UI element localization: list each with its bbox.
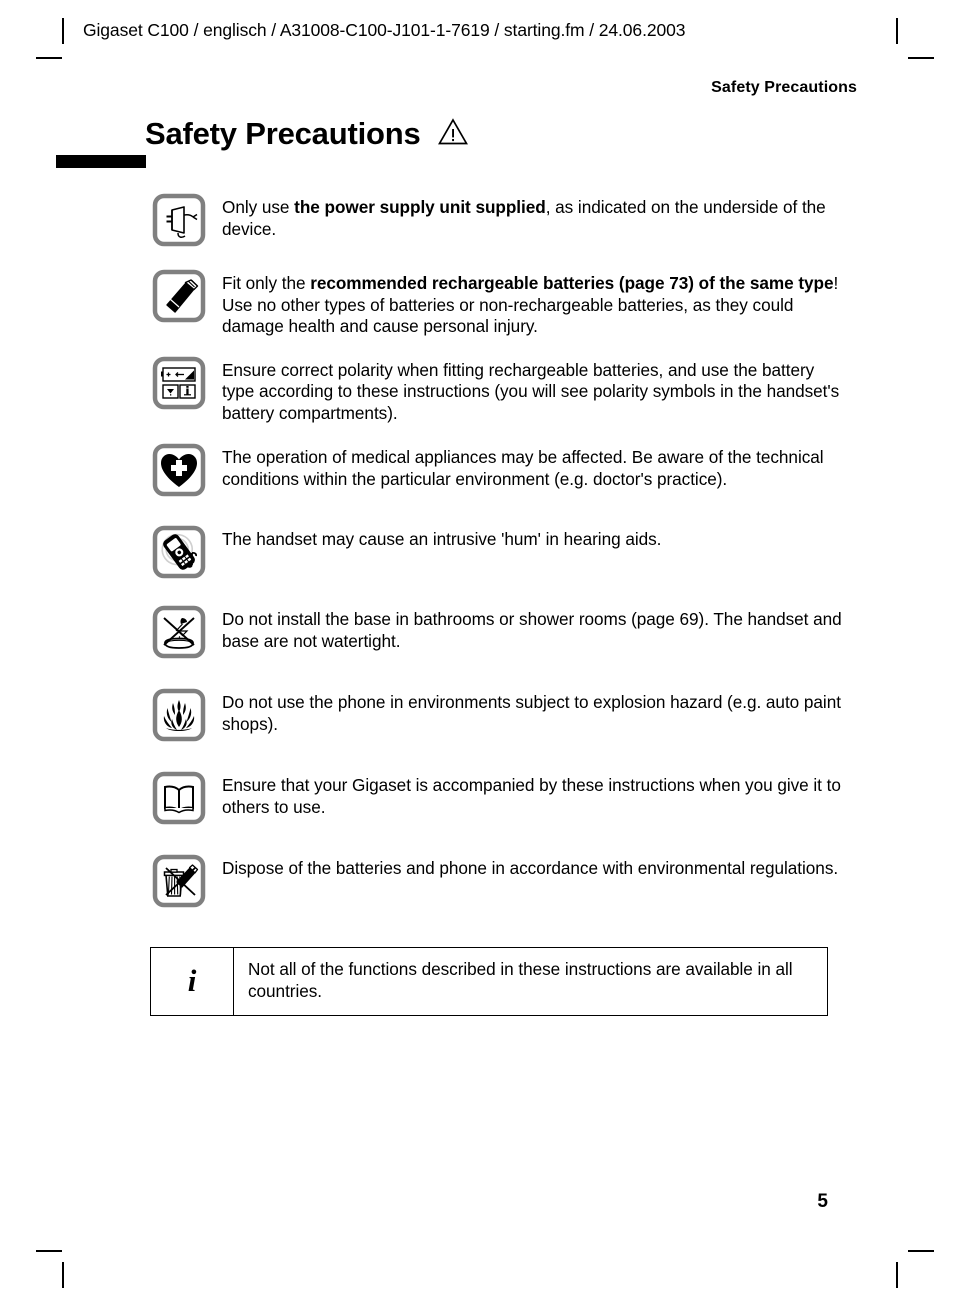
safety-notice-item: Do not use the phone in environments sub… — [152, 688, 842, 742]
safety-notice-text: Fit only the recommended rechargeable ba… — [222, 269, 842, 338]
info-i-icon: i — [187, 963, 197, 998]
safety-notice-item: Fit only the recommended rechargeable ba… — [152, 269, 842, 338]
crop-mark-bottom-left-vertical — [62, 1262, 64, 1288]
no-waste-bin-disposal-icon — [152, 854, 206, 908]
running-head: Safety Precautions — [711, 79, 857, 96]
notice-part: Do not install the base in bathrooms or … — [222, 609, 842, 651]
safety-notice-text: Only use the power supply unit supplied,… — [222, 193, 842, 240]
chapter-title-block: Safety Precautions — [56, 118, 856, 176]
safety-notice-item: Do not install the base in bathrooms or … — [152, 605, 842, 659]
safety-notice-list: Only use the power supply unit supplied,… — [152, 193, 842, 908]
page-number: 5 — [817, 1191, 828, 1212]
safety-notice-item: The operation of medical appliances may … — [152, 443, 842, 497]
notice-part: Dispose of the batteries and phone in ac… — [222, 858, 839, 878]
notice-part: The handset may cause an intrusive 'hum'… — [222, 529, 662, 549]
safety-notice-item: Only use the power supply unit supplied,… — [152, 193, 842, 247]
notice-part: Ensure that your Gigaset is accompanied … — [222, 775, 841, 817]
safety-notice-text: Ensure correct polarity when fitting rec… — [222, 356, 842, 425]
safety-notice-item: Dispose of the batteries and phone in ac… — [152, 854, 842, 908]
page-title: Safety Precautions — [145, 118, 468, 150]
crop-mark-top-right-horizontal — [908, 57, 934, 59]
notice-part: Fit only the — [222, 273, 311, 293]
crop-mark-top-left-vertical — [62, 18, 64, 44]
no-bathroom-shower-icon — [152, 605, 206, 659]
open-book-manual-icon — [152, 771, 206, 825]
safety-notice-text: Do not use the phone in environments sub… — [222, 688, 842, 735]
safety-notice-text: Ensure that your Gigaset is accompanied … — [222, 771, 842, 818]
crop-mark-top-right-vertical — [896, 18, 898, 44]
safety-notice-text: The operation of medical appliances may … — [222, 443, 842, 490]
info-box: i Not all of the functions described in … — [150, 947, 828, 1016]
notice-part: Do not use the phone in environments sub… — [222, 692, 841, 734]
info-box-text: Not all of the functions described in th… — [248, 959, 793, 1001]
warning-triangle-icon — [437, 118, 468, 150]
crop-mark-bottom-right-vertical — [896, 1262, 898, 1288]
crop-mark-top-left-horizontal — [36, 57, 62, 59]
crop-mark-bottom-right-horizontal — [908, 1250, 934, 1252]
power-supply-unit-icon — [152, 193, 206, 247]
safety-notice-item: The handset may cause an intrusive 'hum'… — [152, 525, 842, 579]
medical-heart-icon — [152, 443, 206, 497]
safety-notice-text: Dispose of the batteries and phone in ac… — [222, 854, 842, 880]
safety-notice-item: Ensure that your Gigaset is accompanied … — [152, 771, 842, 825]
rechargeable-battery-icon — [152, 269, 206, 323]
safety-notice-text: The handset may cause an intrusive 'hum'… — [222, 525, 842, 551]
notice-part: Ensure correct polarity when fitting rec… — [222, 359, 840, 423]
notice-part-bold: recommended rechargeable batteries (page… — [310, 273, 834, 293]
battery-polarity-icon — [152, 356, 206, 410]
notice-part-bold: the power supply unit supplied — [294, 197, 546, 217]
chapter-rule — [56, 155, 146, 168]
document-header-line: Gigaset C100 / englisch / A31008-C100-J1… — [83, 20, 686, 40]
info-box-icon-cell: i — [151, 948, 234, 1015]
safety-notice-text: Do not install the base in bathrooms or … — [222, 605, 842, 652]
explosion-hazard-flame-icon — [152, 688, 206, 742]
chapter-title-text: Safety Precautions — [145, 116, 421, 151]
crop-mark-bottom-left-horizontal — [36, 1250, 62, 1252]
notice-part: Only use — [222, 197, 295, 217]
safety-notice-item: Ensure correct polarity when fitting rec… — [152, 356, 842, 425]
hearing-aid-interference-icon — [152, 525, 206, 579]
notice-part: The operation of medical appliances may … — [222, 447, 824, 489]
